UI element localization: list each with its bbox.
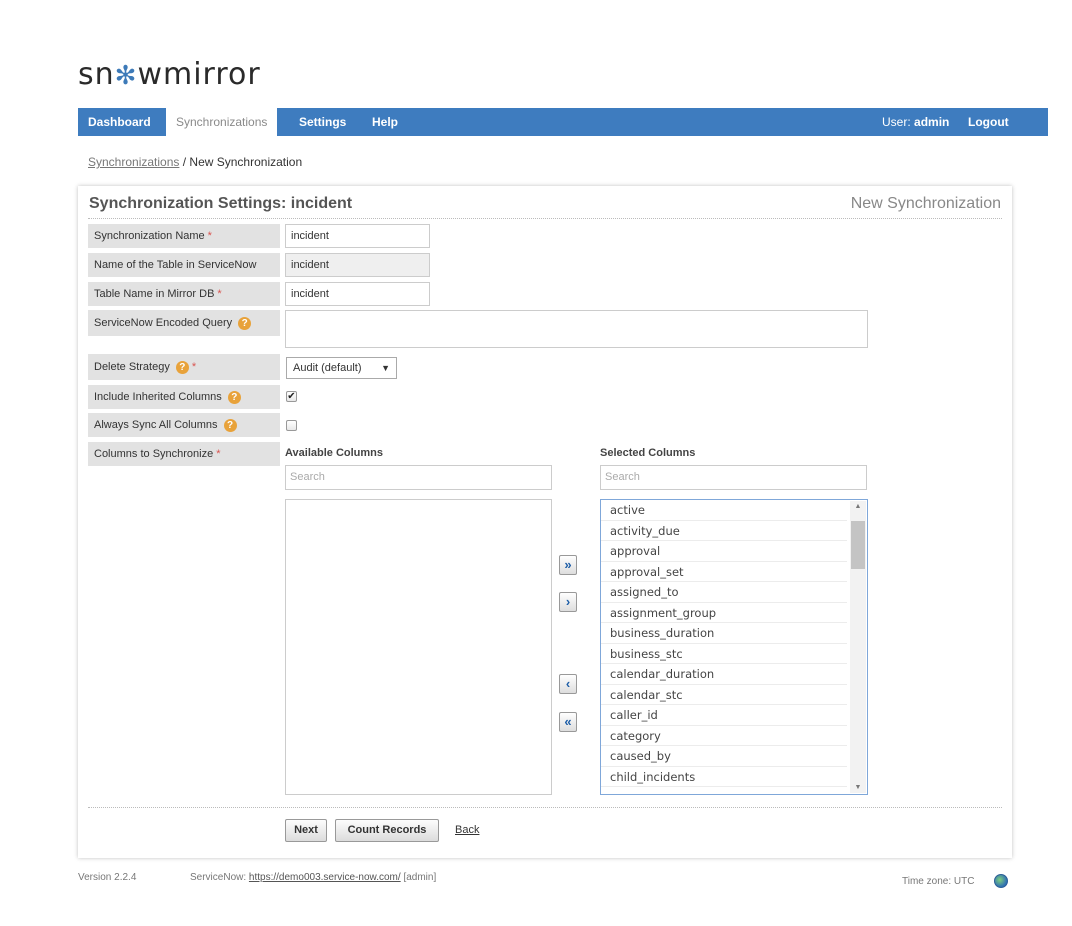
delete-strategy-select[interactable]: Audit (default) ▼: [286, 357, 397, 379]
servicenow-url-link[interactable]: https://demo003.service-now.com/: [249, 872, 401, 883]
move-left-button[interactable]: ‹: [559, 674, 577, 694]
logout-link[interactable]: Logout: [968, 108, 1009, 136]
servicenow-user: [admin]: [403, 872, 437, 883]
columns-label: Columns to Synchronize *: [88, 442, 280, 466]
scroll-thumb[interactable]: [851, 521, 865, 569]
list-item[interactable]: category: [601, 726, 847, 746]
delete-strategy-value: Audit (default): [293, 362, 362, 374]
list-scrollbar[interactable]: ▲ ▼: [850, 501, 866, 793]
selected-columns-search[interactable]: Search: [600, 465, 867, 490]
breadcrumb-synchronizations-link[interactable]: Synchronizations: [88, 155, 179, 169]
scroll-up-icon[interactable]: ▲: [850, 503, 866, 510]
selected-columns-header: Selected Columns: [600, 447, 696, 459]
next-button[interactable]: Next: [285, 819, 327, 842]
breadcrumb: Synchronizations / New Synchronization: [88, 155, 302, 169]
title-divider: [88, 218, 1002, 219]
move-right-button[interactable]: ›: [559, 592, 577, 612]
include-inherited-label-text: Include Inherited Columns: [94, 391, 222, 403]
table-mirror-label-text: Table Name in Mirror DB: [94, 288, 215, 300]
back-link[interactable]: Back: [455, 824, 479, 836]
required-marker: *: [217, 288, 222, 300]
move-all-right-button[interactable]: »: [559, 555, 577, 575]
list-item[interactable]: assigned_to: [601, 582, 847, 603]
app-logo: sn✻wmirror: [78, 56, 261, 95]
required-marker: *: [191, 361, 197, 373]
logo-text-start: sn: [78, 57, 115, 92]
page-subtitle: New Synchronization: [850, 195, 1001, 212]
encoded-query-textarea[interactable]: [285, 310, 868, 348]
available-columns-search[interactable]: Search: [285, 465, 552, 490]
always-sync-label-text: Always Sync All Columns: [94, 419, 218, 431]
encoded-query-label-text: ServiceNow Encoded Query: [94, 317, 233, 329]
move-all-left-button[interactable]: «: [559, 712, 577, 732]
list-item[interactable]: business_duration: [601, 623, 847, 644]
list-item[interactable]: approval: [601, 541, 847, 562]
version-text: Version 2.2.4: [78, 872, 137, 883]
available-columns-list[interactable]: [285, 499, 552, 795]
delete-strategy-label: Delete Strategy? *: [88, 354, 280, 380]
servicenow-info: ServiceNow: https://demo003.service-now.…: [190, 872, 436, 883]
table-mirror-input[interactable]: incident: [285, 282, 430, 306]
breadcrumb-separator: /: [179, 155, 190, 169]
count-records-button[interactable]: Count Records: [335, 819, 439, 842]
logo-text-end: wmirror: [137, 57, 261, 92]
user-label: User:: [882, 115, 911, 129]
table-sn-label: Name of the Table in ServiceNow: [88, 253, 280, 277]
selected-columns-list[interactable]: active activity_due approval approval_set as…: [600, 499, 868, 795]
list-item[interactable]: business_stc: [601, 644, 847, 664]
current-user: User: admin: [882, 108, 949, 136]
actions-divider: [88, 807, 1002, 808]
breadcrumb-current: New Synchronization: [189, 155, 303, 169]
main-navbar: Dashboard Synchronizations Settings Help…: [78, 108, 1048, 136]
nav-settings[interactable]: Settings: [289, 108, 356, 136]
nav-synchronizations[interactable]: Synchronizations: [166, 108, 278, 136]
list-item[interactable]: active: [601, 500, 847, 521]
timezone-text: Time zone: UTC: [902, 876, 975, 887]
list-item[interactable]: caused_by: [601, 746, 847, 767]
help-icon[interactable]: ?: [238, 316, 252, 330]
columns-label-text: Columns to Synchronize: [94, 448, 214, 460]
settings-panel: Synchronization Settings: incident New S…: [78, 186, 1012, 858]
scroll-down-icon[interactable]: ▼: [850, 784, 866, 791]
include-inherited-label: Include Inherited Columns?: [88, 385, 280, 409]
list-item[interactable]: calendar_duration: [601, 664, 847, 685]
list-item[interactable]: caller_id: [601, 705, 847, 726]
table-mirror-label: Table Name in Mirror DB *: [88, 282, 280, 306]
always-sync-checkbox[interactable]: [286, 420, 297, 431]
table-sn-input: incident: [285, 253, 430, 277]
required-marker: *: [207, 230, 212, 242]
list-item[interactable]: approval_set: [601, 562, 847, 582]
nav-dashboard[interactable]: Dashboard: [78, 108, 161, 136]
list-item[interactable]: child_incidents: [601, 767, 847, 787]
help-icon[interactable]: ?: [223, 418, 237, 432]
dropdown-arrow-icon: ▼: [381, 363, 390, 373]
nav-help[interactable]: Help: [362, 108, 408, 136]
delete-strategy-label-text: Delete Strategy: [94, 361, 170, 373]
available-columns-header: Available Columns: [285, 447, 384, 459]
sync-name-label-text: Synchronization Name: [94, 230, 205, 242]
help-icon[interactable]: ?: [175, 360, 189, 374]
list-item[interactable]: activity_due: [601, 521, 847, 541]
sync-name-input[interactable]: incident: [285, 224, 430, 248]
servicenow-label: ServiceNow:: [190, 872, 247, 883]
help-icon[interactable]: ?: [227, 390, 241, 404]
snowflake-icon: ✻: [114, 61, 138, 91]
required-marker: *: [216, 448, 221, 460]
list-item[interactable]: calendar_stc: [601, 685, 847, 705]
sync-name-label: Synchronization Name *: [88, 224, 280, 248]
always-sync-label: Always Sync All Columns?: [88, 413, 280, 437]
selected-items-container: active activity_due approval approval_set as…: [601, 500, 867, 787]
user-name: admin: [914, 115, 950, 129]
table-sn-label-text: Name of the Table in ServiceNow: [94, 259, 257, 271]
encoded-query-label: ServiceNow Encoded Query?: [88, 310, 280, 336]
include-inherited-checkbox[interactable]: ✔: [286, 391, 297, 402]
page-title: Synchronization Settings: incident: [89, 195, 353, 212]
globe-icon: [994, 874, 1008, 888]
list-item[interactable]: assignment_group: [601, 603, 847, 623]
